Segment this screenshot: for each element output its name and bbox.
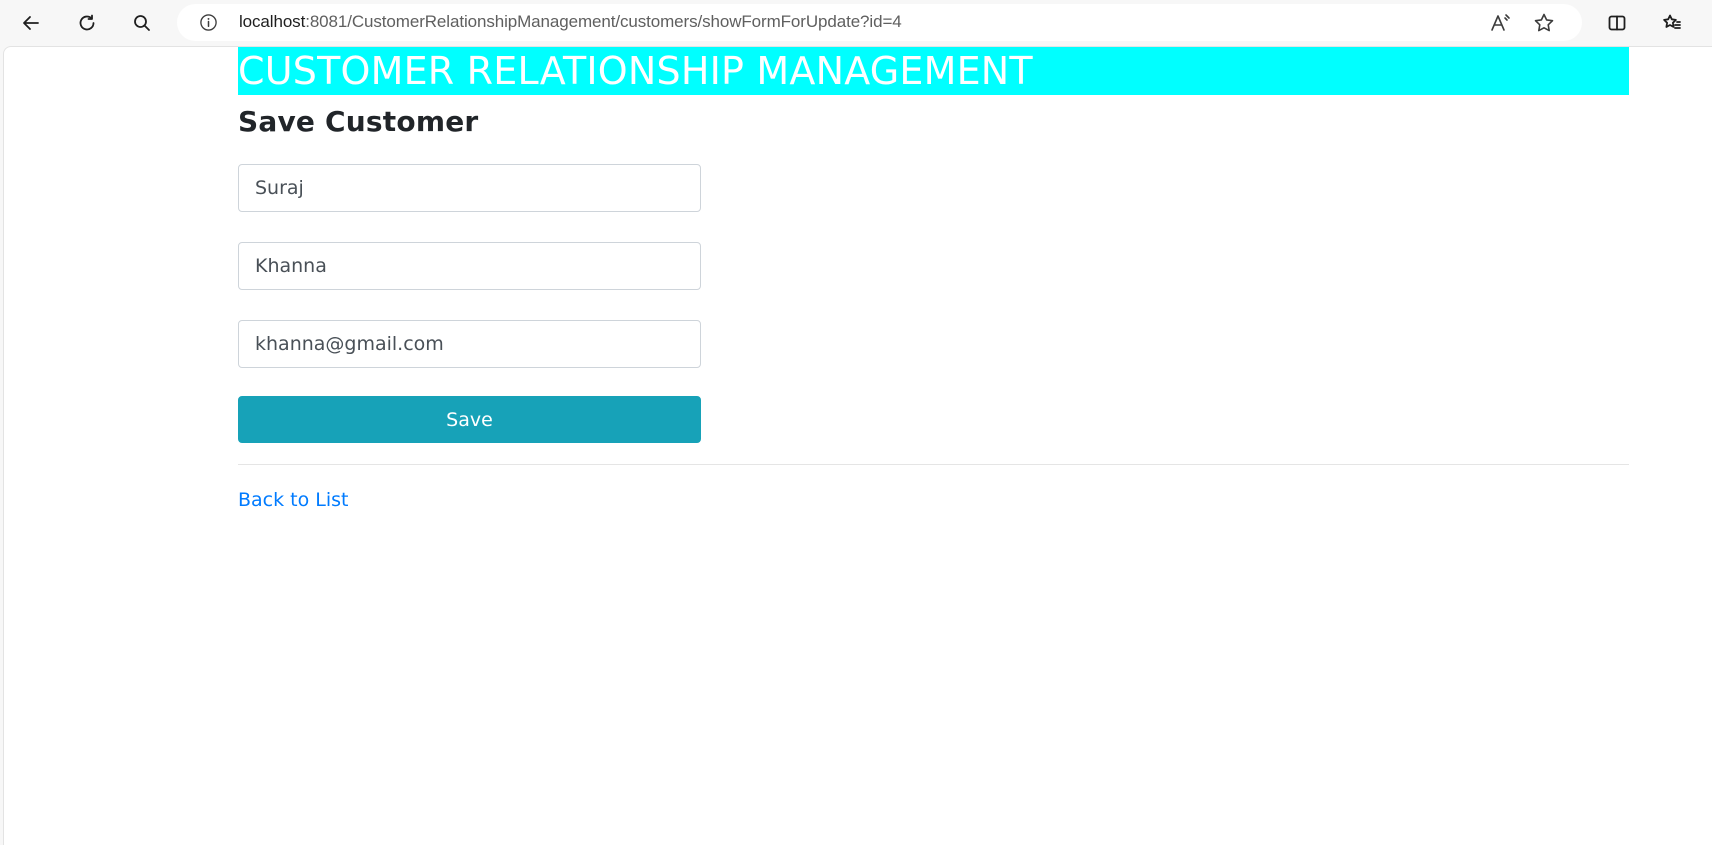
- url-host: localhost: [239, 12, 306, 31]
- divider: [238, 464, 1629, 465]
- info-icon[interactable]: [199, 13, 218, 32]
- url-text[interactable]: localhost:8081/CustomerRelationshipManag…: [239, 12, 902, 32]
- search-icon[interactable]: [127, 8, 157, 38]
- customer-form: Save: [238, 164, 701, 443]
- favorite-star-icon[interactable]: [1533, 12, 1555, 34]
- first-name-field[interactable]: [238, 164, 701, 212]
- last-name-field[interactable]: [238, 242, 701, 290]
- browser-toolbar: localhost:8081/CustomerRelationshipManag…: [0, 0, 1712, 46]
- page-title: Save Customer: [238, 105, 479, 138]
- favorites-icon[interactable]: [1657, 8, 1687, 38]
- save-button[interactable]: Save: [238, 396, 701, 443]
- page-container: CUSTOMER RELATIONSHIP MANAGEMENT Save Cu…: [238, 47, 1629, 511]
- read-aloud-icon[interactable]: [1489, 12, 1511, 34]
- refresh-icon[interactable]: [72, 8, 102, 38]
- email-field[interactable]: [238, 320, 701, 368]
- back-to-list-link[interactable]: Back to List: [238, 489, 349, 511]
- url-path: :8081/CustomerRelationshipManagement/cus…: [305, 12, 902, 31]
- back-arrow-icon[interactable]: [16, 8, 46, 38]
- app-banner: CUSTOMER RELATIONSHIP MANAGEMENT: [238, 47, 1629, 95]
- split-screen-icon[interactable]: [1602, 8, 1632, 38]
- address-bar[interactable]: localhost:8081/CustomerRelationshipManag…: [177, 4, 1582, 41]
- page-viewport: CUSTOMER RELATIONSHIP MANAGEMENT Save Cu…: [3, 46, 1712, 845]
